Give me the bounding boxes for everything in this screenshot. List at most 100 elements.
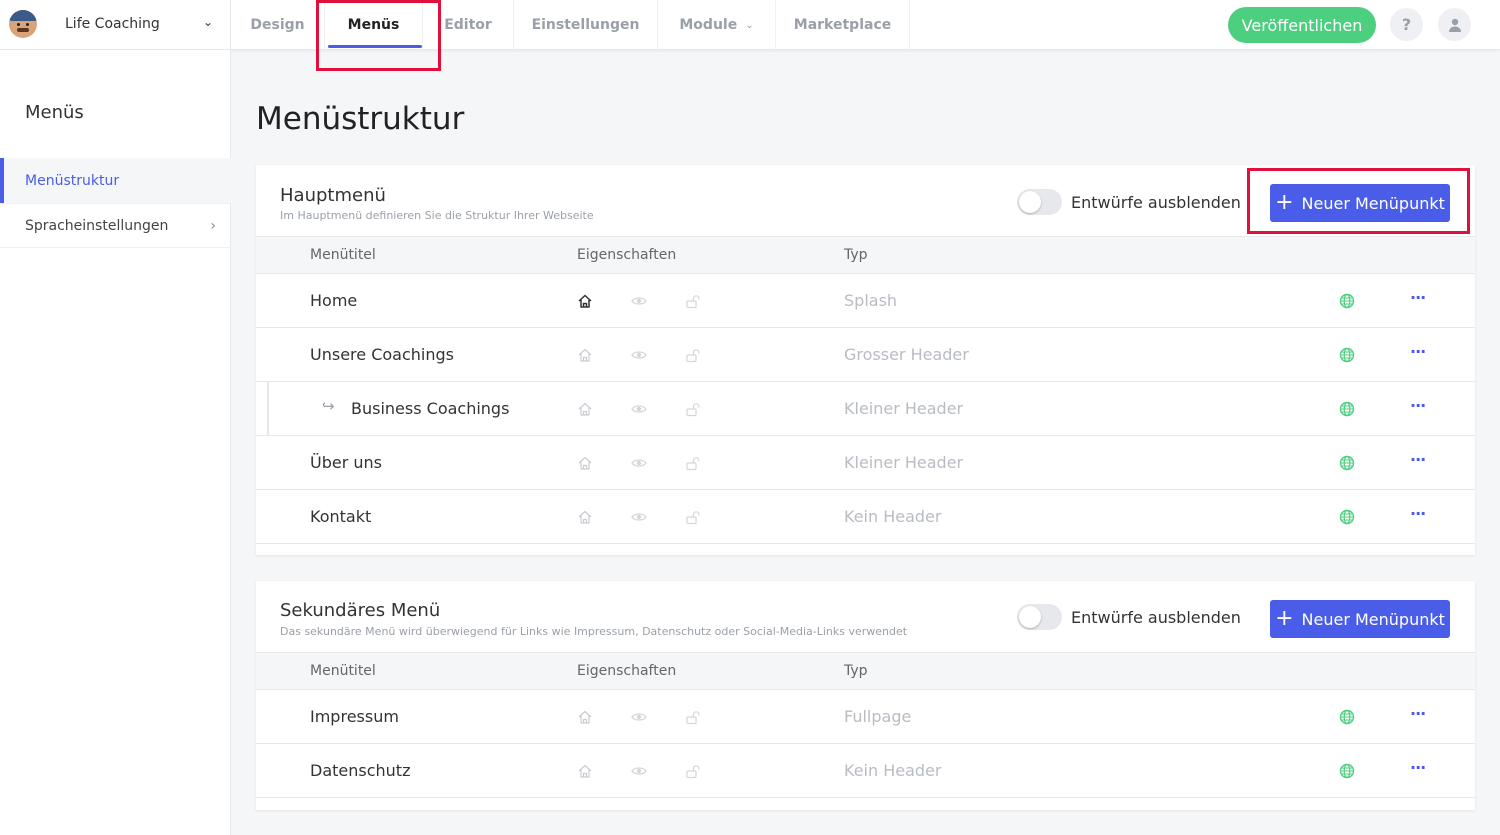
sidebar-item-spracheinstellungen[interactable]: Spracheinstellungen › xyxy=(0,203,231,248)
sidebar: Menüs Menüstruktur Spracheinstellungen › xyxy=(0,50,231,835)
home-icon[interactable] xyxy=(577,509,593,525)
home-icon[interactable] xyxy=(577,347,593,363)
unlock-icon[interactable] xyxy=(685,709,701,725)
unlock-icon[interactable] xyxy=(685,763,701,779)
top-bar: Life Coaching ⌄ Design Menüs Editor Eins… xyxy=(0,0,1500,50)
menu-item-type: Kein Header xyxy=(844,507,942,526)
card-description: Das sekundäre Menü wird überwiegend für … xyxy=(280,625,908,638)
unlock-icon[interactable] xyxy=(685,401,701,417)
user-button[interactable] xyxy=(1438,8,1471,41)
menu-item-title: Business Coachings xyxy=(351,399,510,418)
new-menu-item-button[interactable]: + Neuer Menüpunkt xyxy=(1270,184,1450,222)
active-tab-indicator xyxy=(328,45,422,48)
eye-icon[interactable] xyxy=(631,709,647,725)
menu-item-type: Grosser Header xyxy=(844,345,969,364)
unlock-icon[interactable] xyxy=(685,455,701,471)
more-icon[interactable]: ··· xyxy=(1410,504,1426,523)
hide-drafts-label: Entwürfe ausblenden xyxy=(1071,193,1241,212)
menu-item-title: Über uns xyxy=(310,453,382,472)
chevron-right-icon: › xyxy=(210,217,216,234)
table-row[interactable]: ↪ Business Coachings Kleiner Header ··· xyxy=(256,382,1475,436)
menu-item-title: Kontakt xyxy=(310,507,372,526)
table-header: Menütitel Eigenschaften Typ xyxy=(256,236,1475,274)
more-icon[interactable]: ··· xyxy=(1410,758,1426,777)
unlock-icon[interactable] xyxy=(685,347,701,363)
home-icon[interactable] xyxy=(577,455,593,471)
hide-drafts-label: Entwürfe ausblenden xyxy=(1071,608,1241,627)
table-row[interactable]: Unsere Coachings Grosser Header ··· xyxy=(256,328,1475,382)
eye-icon[interactable] xyxy=(631,509,647,525)
table-row[interactable]: Datenschutz Kein Header ··· xyxy=(256,744,1475,798)
table-row[interactable]: Impressum Fullpage ··· xyxy=(256,690,1475,744)
help-button[interactable]: ? xyxy=(1390,8,1423,41)
home-icon[interactable] xyxy=(577,401,593,417)
main-menu-card: Hauptmenü Im Hauptmenü definieren Sie di… xyxy=(256,165,1475,555)
sidebar-title: Menüs xyxy=(25,102,84,123)
plus-icon: + xyxy=(1275,606,1294,631)
home-icon[interactable] xyxy=(577,293,593,309)
menu-item-type: Kleiner Header xyxy=(844,453,964,472)
tab-einstellungen[interactable]: Einstellungen xyxy=(514,0,658,50)
tab-menus[interactable]: Menüs xyxy=(325,0,423,50)
table-row[interactable]: Home Splash ··· xyxy=(256,274,1475,328)
more-icon[interactable]: ··· xyxy=(1410,396,1426,415)
chevron-down-icon: ⌄ xyxy=(745,19,754,31)
globe-icon[interactable] xyxy=(1339,347,1355,363)
eye-icon[interactable] xyxy=(631,293,647,309)
column-props: Eigenschaften xyxy=(577,247,677,263)
column-props: Eigenschaften xyxy=(577,663,677,679)
globe-icon[interactable] xyxy=(1339,709,1355,725)
subdirectory-arrow-icon: ↪ xyxy=(322,397,335,415)
more-icon[interactable]: ··· xyxy=(1410,450,1426,469)
secondary-menu-card: Sekundäres Menü Das sekundäre Menü wird … xyxy=(256,581,1475,810)
tab-design[interactable]: Design xyxy=(231,0,325,50)
eye-icon[interactable] xyxy=(631,455,647,471)
child-indent-bar xyxy=(267,382,269,436)
menu-item-type: Splash xyxy=(844,291,898,310)
eye-icon[interactable] xyxy=(631,347,647,363)
menu-item-type: Kein Header xyxy=(844,761,942,780)
table-row[interactable]: Über uns Kleiner Header ··· xyxy=(256,436,1475,490)
globe-icon[interactable] xyxy=(1339,293,1355,309)
card-description: Im Hauptmenü definieren Sie die Struktur… xyxy=(280,209,594,222)
help-icon: ? xyxy=(1401,15,1412,34)
hide-drafts-toggle[interactable] xyxy=(1017,604,1062,630)
card-title: Sekundäres Menü xyxy=(280,600,441,621)
globe-icon[interactable] xyxy=(1339,455,1355,471)
more-icon[interactable]: ··· xyxy=(1410,288,1426,307)
hide-drafts-toggle[interactable] xyxy=(1017,189,1062,215)
plus-icon: + xyxy=(1275,190,1294,215)
chevron-down-icon: ⌄ xyxy=(203,15,214,29)
user-icon xyxy=(1448,18,1461,32)
globe-icon[interactable] xyxy=(1339,509,1355,525)
new-menu-item-button[interactable]: + Neuer Menüpunkt xyxy=(1270,600,1450,638)
page-title: Menüstruktur xyxy=(256,101,465,137)
publish-button[interactable]: Veröffentlichen xyxy=(1228,7,1376,43)
sidebar-item-menustruktur[interactable]: Menüstruktur xyxy=(0,158,231,203)
column-title: Menütitel xyxy=(310,247,376,263)
home-icon[interactable] xyxy=(577,709,593,725)
unlock-icon[interactable] xyxy=(685,293,701,309)
home-icon[interactable] xyxy=(577,763,593,779)
column-title: Menütitel xyxy=(310,663,376,679)
menu-item-title: Unsere Coachings xyxy=(310,345,454,364)
tab-module[interactable]: Module ⌄ xyxy=(658,0,776,50)
tab-marketplace[interactable]: Marketplace xyxy=(776,0,910,50)
menu-item-type: Fullpage xyxy=(844,707,912,726)
eye-icon[interactable] xyxy=(631,401,647,417)
card-title: Hauptmenü xyxy=(280,185,386,206)
unlock-icon[interactable] xyxy=(685,509,701,525)
tab-editor[interactable]: Editor xyxy=(423,0,514,50)
globe-icon[interactable] xyxy=(1339,763,1355,779)
site-switcher[interactable]: Life Coaching ⌄ xyxy=(0,0,231,50)
menu-item-title: Datenschutz xyxy=(310,761,411,780)
site-avatar xyxy=(9,10,37,38)
menu-item-title: Home xyxy=(310,291,358,310)
more-icon[interactable]: ··· xyxy=(1410,342,1426,361)
table-row[interactable]: Kontakt Kein Header ··· xyxy=(256,490,1475,544)
globe-icon[interactable] xyxy=(1339,401,1355,417)
eye-icon[interactable] xyxy=(631,763,647,779)
more-icon[interactable]: ··· xyxy=(1410,704,1426,723)
table-header: Menütitel Eigenschaften Typ xyxy=(256,652,1475,690)
site-name: Life Coaching xyxy=(65,16,160,32)
